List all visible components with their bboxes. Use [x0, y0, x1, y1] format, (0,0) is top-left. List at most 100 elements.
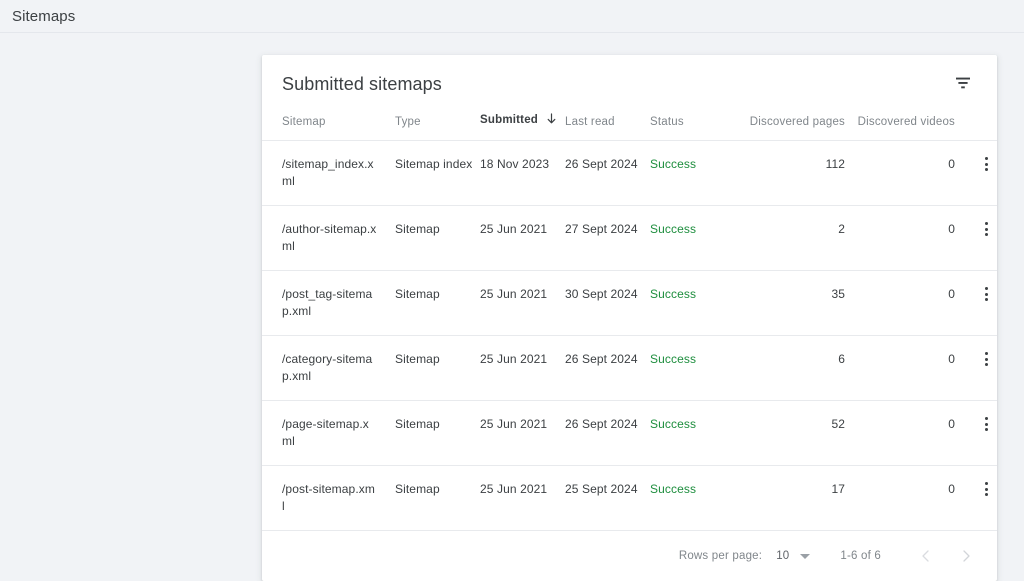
column-header-discovered-pages[interactable]: Discovered pages: [740, 113, 845, 141]
cell-discovered-pages: 17: [740, 465, 845, 530]
cell-status: Success: [650, 400, 740, 466]
sitemap-name: /page-sitemap.xml: [282, 417, 369, 448]
cell-submitted: 25 Jun 2021: [480, 335, 565, 401]
table-row[interactable]: /category-sitemap.xml Sitemap 25 Jun 202…: [262, 335, 997, 401]
cell-submitted: 18 Nov 2023: [480, 140, 565, 206]
table-row[interactable]: /sitemap_index.xml Sitemap index 18 Nov …: [262, 140, 997, 206]
sitemap-name: /post_tag-sitemap.xml: [282, 287, 373, 318]
table-header-row: Sitemap Type Submitted Last read Status …: [262, 113, 997, 141]
arrow-down-icon: [546, 113, 557, 128]
cell-actions: [955, 335, 997, 401]
status-badge: Success: [650, 157, 697, 171]
cell-last-read: 26 Sept 2024: [565, 335, 650, 401]
cell-actions: [955, 270, 997, 336]
sitemap-name: /author-sitemap.xml: [282, 222, 377, 253]
rows-per-page-value: 10: [776, 550, 790, 562]
card-header: Submitted sitemaps: [262, 55, 997, 113]
cell-last-read: 30 Sept 2024: [565, 270, 650, 336]
rows-per-page-label: Rows per page:: [678, 550, 763, 562]
cell-submitted: 25 Jun 2021: [480, 205, 565, 271]
cell-discovered-videos: 0: [845, 270, 955, 336]
sitemap-name: /category-sitemap.xml: [282, 352, 373, 383]
more-vert-icon[interactable]: [977, 414, 997, 434]
sitemap-name: /post-sitemap.xml: [282, 482, 375, 513]
cell-type: Sitemap: [395, 465, 480, 530]
submitted-sitemaps-card: Submitted sitemaps Sitemap Type Submitte…: [262, 55, 997, 581]
cell-discovered-pages: 112: [740, 140, 845, 206]
column-header-last-read[interactable]: Last read: [565, 113, 650, 141]
column-header-discovered-videos[interactable]: Discovered videos: [845, 113, 955, 141]
table-row[interactable]: /post_tag-sitemap.xml Sitemap 25 Jun 202…: [262, 270, 997, 336]
table-footer: Rows per page: 10 1-6 of 6: [262, 530, 997, 581]
cell-status: Success: [650, 465, 740, 530]
table-body: /sitemap_index.xml Sitemap index 18 Nov …: [262, 140, 997, 530]
cell-discovered-videos: 0: [845, 205, 955, 271]
status-badge: Success: [650, 287, 697, 301]
table-row[interactable]: /page-sitemap.xml Sitemap 25 Jun 2021 26…: [262, 400, 997, 466]
column-header-status-label: Status: [650, 116, 684, 128]
cell-actions: [955, 140, 997, 206]
cell-discovered-videos: 0: [845, 335, 955, 401]
chevron-right-icon[interactable]: [953, 543, 979, 569]
status-badge: Success: [650, 417, 697, 431]
cell-type: Sitemap index: [395, 140, 480, 206]
cell-sitemap: /post_tag-sitemap.xml: [262, 270, 395, 336]
cell-actions: [955, 465, 997, 530]
more-vert-icon[interactable]: [977, 479, 997, 499]
cell-type: Sitemap: [395, 335, 480, 401]
more-vert-icon[interactable]: [977, 284, 997, 304]
page-header: Sitemaps: [0, 0, 1024, 33]
content-area: Submitted sitemaps Sitemap Type Submitte…: [0, 33, 1024, 581]
cell-discovered-pages: 6: [740, 335, 845, 401]
table-row[interactable]: /post-sitemap.xml Sitemap 25 Jun 2021 25…: [262, 465, 997, 530]
column-header-status[interactable]: Status: [650, 113, 740, 141]
status-badge: Success: [650, 482, 697, 496]
cell-status: Success: [650, 270, 740, 336]
cell-discovered-pages: 2: [740, 205, 845, 271]
cell-discovered-pages: 35: [740, 270, 845, 336]
cell-status: Success: [650, 205, 740, 271]
chevron-left-icon[interactable]: [913, 543, 939, 569]
cell-status: Success: [650, 140, 740, 206]
cell-type: Sitemap: [395, 270, 480, 336]
column-header-type[interactable]: Type: [395, 113, 480, 141]
column-header-last-read-label: Last read: [565, 116, 615, 128]
cell-discovered-videos: 0: [845, 140, 955, 206]
column-header-discovered-videos-label: Discovered videos: [857, 116, 955, 128]
card-title: Submitted sitemaps: [282, 73, 442, 94]
status-badge: Success: [650, 352, 697, 366]
cell-discovered-videos: 0: [845, 400, 955, 466]
column-header-submitted[interactable]: Submitted: [480, 113, 565, 141]
rows-per-page-select[interactable]: 10: [776, 550, 811, 562]
cell-last-read: 26 Sept 2024: [565, 400, 650, 466]
sitemaps-table: Sitemap Type Submitted Last read Status …: [262, 113, 997, 530]
more-vert-icon[interactable]: [977, 154, 997, 174]
more-vert-icon[interactable]: [977, 349, 997, 369]
cell-discovered-videos: 0: [845, 465, 955, 530]
column-header-submitted-label: Submitted: [480, 114, 539, 126]
cell-discovered-pages: 52: [740, 400, 845, 466]
table-row[interactable]: /author-sitemap.xml Sitemap 25 Jun 2021 …: [262, 205, 997, 271]
cell-type: Sitemap: [395, 400, 480, 466]
column-header-sitemap-label: Sitemap: [282, 116, 326, 128]
cell-sitemap: /post-sitemap.xml: [262, 465, 395, 530]
cell-submitted: 25 Jun 2021: [480, 270, 565, 336]
cell-type: Sitemap: [395, 205, 480, 271]
cell-sitemap: /category-sitemap.xml: [262, 335, 395, 401]
cell-status: Success: [650, 335, 740, 401]
sitemap-name: /sitemap_index.xml: [282, 157, 374, 188]
column-header-type-label: Type: [395, 116, 421, 128]
cell-submitted: 25 Jun 2021: [480, 400, 565, 466]
filter-list-icon[interactable]: [949, 69, 977, 97]
column-header-discovered-pages-label: Discovered pages: [749, 116, 845, 128]
more-vert-icon[interactable]: [977, 219, 997, 239]
cell-sitemap: /sitemap_index.xml: [262, 140, 395, 206]
cell-submitted: 25 Jun 2021: [480, 465, 565, 530]
column-header-sitemap[interactable]: Sitemap: [262, 113, 395, 141]
table-head: Sitemap Type Submitted Last read Status …: [262, 113, 997, 141]
cell-last-read: 26 Sept 2024: [565, 140, 650, 206]
cell-sitemap: /page-sitemap.xml: [262, 400, 395, 466]
status-badge: Success: [650, 222, 697, 236]
column-header-actions: [955, 113, 997, 141]
cell-last-read: 25 Sept 2024: [565, 465, 650, 530]
